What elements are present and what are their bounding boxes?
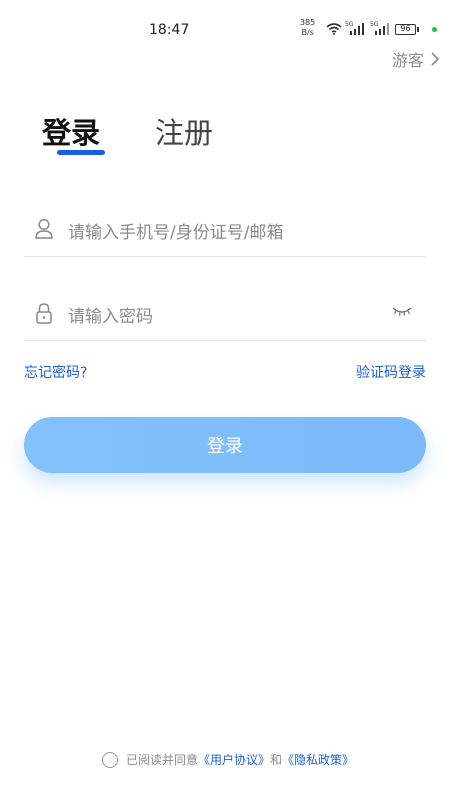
guest-label: 游客 — [391, 51, 424, 70]
status-dot — [432, 27, 437, 32]
user-agreement-link[interactable]: 《用户协议》 — [198, 751, 270, 768]
privacy-policy-link[interactable]: 《隐私政策》 — [282, 751, 354, 768]
battery-tip — [417, 27, 419, 32]
login-button[interactable]: 登录 — [24, 417, 426, 473]
wifi-icon — [326, 23, 342, 35]
status-bar: 18:47 385 B/s 5G 5G 96 — [0, 0, 450, 48]
account-placeholder: 请输入手机号/身份证号/邮箱 — [68, 223, 284, 243]
active-tab-indicator — [57, 150, 105, 155]
agreement-row: 已阅读并同意 《用户协议》 和 《隐私政策》 — [102, 751, 354, 768]
signal-icon — [350, 23, 364, 35]
tab-login[interactable]: 登录 — [42, 110, 100, 152]
clock: 18:47 — [149, 22, 190, 38]
agreement-prefix: 已阅读并同意 — [126, 753, 199, 767]
user-icon — [35, 218, 53, 239]
tab-register[interactable]: 注册 — [155, 110, 213, 152]
agreement-and: 和 — [270, 753, 283, 767]
network-speed: 385 B/s — [300, 18, 315, 38]
battery-icon: 96 — [395, 24, 416, 35]
lock-icon — [36, 303, 52, 324]
password-field[interactable]: 请输入密码 — [24, 290, 426, 341]
network-speed-value: 385 — [300, 18, 316, 27]
sms-login-link[interactable]: 验证码登录 — [356, 362, 426, 382]
account-field[interactable]: 请输入手机号/身份证号/邮箱 — [24, 206, 426, 257]
signal-icon-2 — [375, 23, 389, 35]
chevron-right-icon — [431, 52, 440, 66]
network-speed-unit: B/s — [301, 28, 314, 37]
eye-closed-icon[interactable] — [392, 306, 412, 316]
forgot-password-link[interactable]: 忘记密码? — [24, 362, 87, 382]
password-placeholder: 请输入密码 — [68, 307, 153, 327]
agreement-checkbox[interactable] — [102, 751, 118, 768]
guest-link[interactable]: 游客 — [392, 47, 440, 71]
